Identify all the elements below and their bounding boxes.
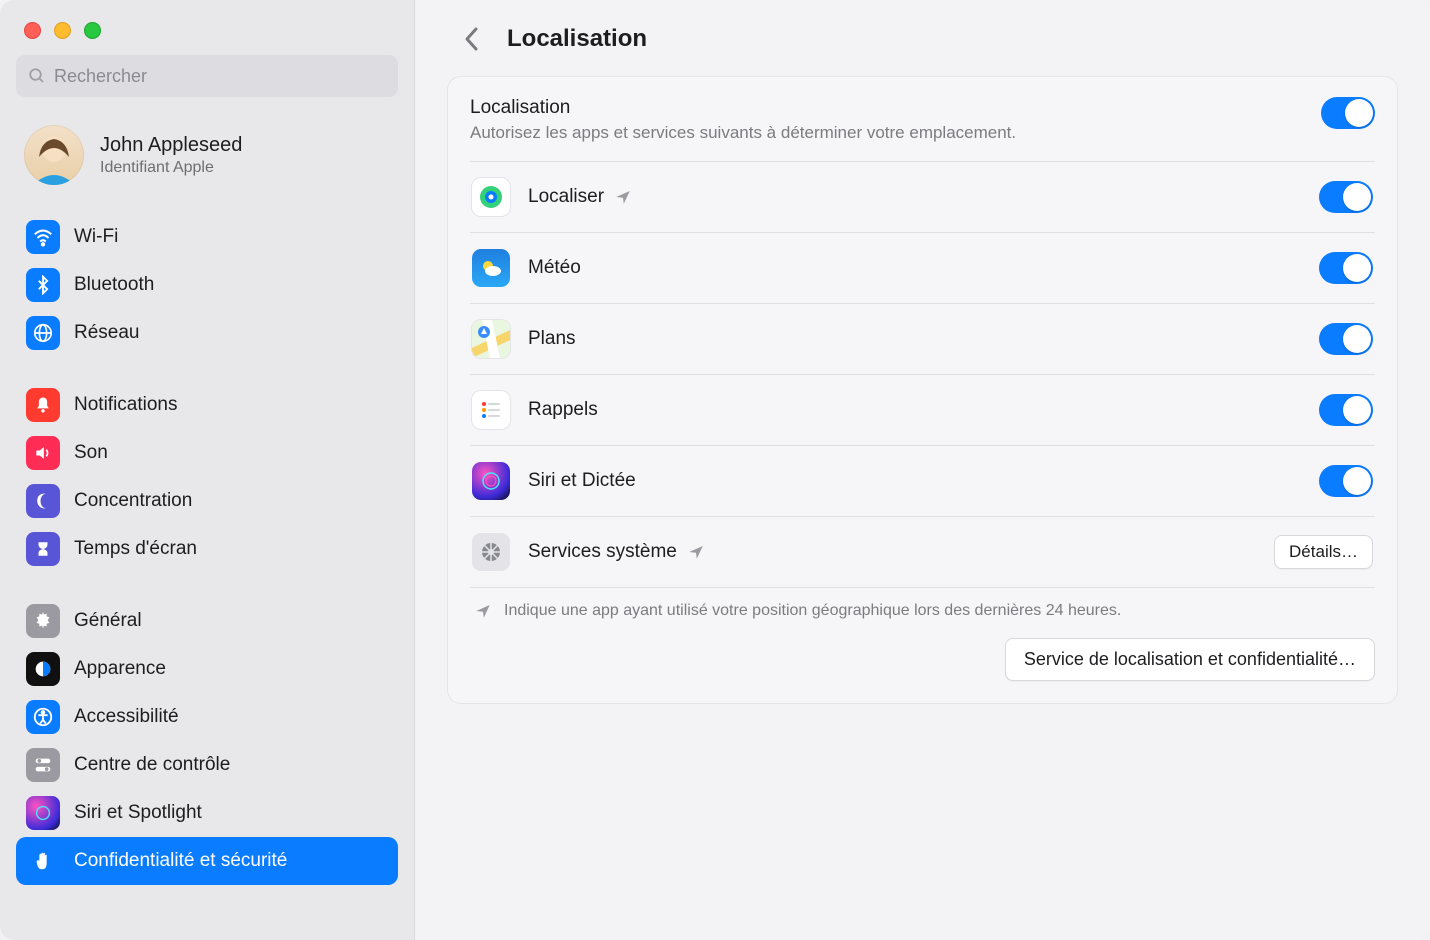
minimize-window-button[interactable]: [54, 22, 71, 39]
reminders-icon: [472, 391, 510, 429]
maps-icon: [472, 320, 510, 358]
app-label: Localiser: [528, 186, 604, 208]
sidebar-item-controlcenter[interactable]: Centre de contrôle: [16, 741, 398, 789]
sidebar-item-network[interactable]: Réseau: [16, 309, 398, 357]
sidebar-item-label: Confidentialité et sécurité: [74, 850, 287, 872]
sidebar-item-label: Réseau: [74, 322, 140, 344]
panel-title: Localisation: [470, 97, 1016, 119]
search-field[interactable]: [16, 55, 398, 97]
location-master-toggle[interactable]: [1321, 97, 1375, 129]
zoom-window-button[interactable]: [84, 22, 101, 39]
app-toggle-reminders[interactable]: [1319, 394, 1373, 426]
sidebar-item-label: Concentration: [74, 490, 192, 512]
sidebar-item-label: Siri et Spotlight: [74, 802, 202, 824]
hand-icon: [26, 844, 60, 878]
app-label: Siri et Dictée: [528, 470, 636, 492]
sidebar-item-label: Temps d'écran: [74, 538, 197, 560]
legend-text: Indique une app ayant utilisé votre posi…: [504, 602, 1121, 620]
sidebar-item-label: Apparence: [74, 658, 166, 680]
app-row-reminders: Rappels: [470, 375, 1375, 446]
sidebar-group: Wi-Fi Bluetooth Réseau: [16, 213, 398, 357]
siri-app-icon: [472, 462, 510, 500]
sidebar-item-bluetooth[interactable]: Bluetooth: [16, 261, 398, 309]
accessibility-icon: [26, 700, 60, 734]
appearance-icon: [26, 652, 60, 686]
app-row-siri: Siri et Dictée: [470, 446, 1375, 517]
bluetooth-icon: [26, 268, 60, 302]
sidebar-item-wifi[interactable]: Wi-Fi: [16, 213, 398, 261]
apple-id-profile[interactable]: John Appleseed Identifiant Apple: [16, 119, 398, 205]
gear-icon: [26, 604, 60, 638]
app-row-weather: Météo: [470, 233, 1375, 304]
wifi-icon: [26, 220, 60, 254]
app-toggle-maps[interactable]: [1319, 323, 1373, 355]
profile-subtitle: Identifiant Apple: [100, 159, 242, 177]
avatar: [24, 125, 84, 185]
sidebar-item-label: Son: [74, 442, 108, 464]
privacy-info-button[interactable]: Service de localisation et confidentiali…: [1005, 638, 1375, 681]
panel-footer: Service de localisation et confidentiali…: [470, 638, 1375, 681]
chevron-left-icon: [463, 26, 481, 52]
content-header: Localisation: [447, 22, 1398, 56]
sidebar-item-label: Notifications: [74, 394, 178, 416]
speaker-icon: [26, 436, 60, 470]
sidebar-item-general[interactable]: Général: [16, 597, 398, 645]
back-button[interactable]: [455, 22, 489, 56]
profile-name: John Appleseed: [100, 134, 242, 157]
moon-icon: [26, 484, 60, 518]
sidebar-item-label: Bluetooth: [74, 274, 154, 296]
app-row-system-services: Services système Détails…: [470, 517, 1375, 588]
close-window-button[interactable]: [24, 22, 41, 39]
sidebar: John Appleseed Identifiant Apple Wi-Fi B…: [0, 0, 415, 940]
page-title: Localisation: [507, 25, 647, 53]
sidebar-item-privacy[interactable]: Confidentialité et sécurité: [16, 837, 398, 885]
sidebar-item-sound[interactable]: Son: [16, 429, 398, 477]
legend-row: Indique une app ayant utilisé votre posi…: [470, 587, 1375, 638]
location-panel: Localisation Autorisez les apps et servi…: [447, 76, 1398, 704]
siri-icon: [26, 796, 60, 830]
sidebar-group: Notifications Son Concentration Temps d'…: [16, 381, 398, 573]
system-gear-icon: [472, 533, 510, 571]
app-row-maps: Plans: [470, 304, 1375, 375]
app-label: Plans: [528, 328, 576, 350]
sidebar-item-siri[interactable]: Siri et Spotlight: [16, 789, 398, 837]
sidebar-item-label: Accessibilité: [74, 706, 179, 728]
app-label: Rappels: [528, 399, 598, 421]
sidebar-item-focus[interactable]: Concentration: [16, 477, 398, 525]
window-controls: [16, 18, 398, 55]
app-row-findmy: Localiser: [470, 162, 1375, 233]
sidebar-item-notifications[interactable]: Notifications: [16, 381, 398, 429]
main-content: Localisation Localisation Autorisez les …: [415, 0, 1430, 940]
location-arrow-icon: [474, 602, 492, 620]
sidebar-item-label: Général: [74, 610, 142, 632]
network-icon: [26, 316, 60, 350]
sidebar-item-appearance[interactable]: Apparence: [16, 645, 398, 693]
sidebar-item-accessibility[interactable]: Accessibilité: [16, 693, 398, 741]
bell-icon: [26, 388, 60, 422]
panel-description: Autorisez les apps et services suivants …: [470, 123, 1016, 143]
location-arrow-icon: [614, 188, 632, 206]
sidebar-item-label: Centre de contrôle: [74, 754, 230, 776]
sidebar-group: Général Apparence Accessibilité Centre d…: [16, 597, 398, 885]
location-arrow-icon: [687, 543, 705, 561]
app-label: Services système: [528, 541, 677, 563]
app-label: Météo: [528, 257, 581, 279]
app-toggle-weather[interactable]: [1319, 252, 1373, 284]
search-icon: [28, 67, 46, 85]
control-center-icon: [26, 748, 60, 782]
findmy-icon: [472, 178, 510, 216]
sidebar-item-label: Wi-Fi: [74, 226, 118, 248]
settings-window: John Appleseed Identifiant Apple Wi-Fi B…: [0, 0, 1430, 940]
hourglass-icon: [26, 532, 60, 566]
sidebar-item-screentime[interactable]: Temps d'écran: [16, 525, 398, 573]
app-toggle-findmy[interactable]: [1319, 181, 1373, 213]
app-toggle-siri[interactable]: [1319, 465, 1373, 497]
panel-header: Localisation Autorisez les apps et servi…: [470, 97, 1375, 162]
system-services-details-button[interactable]: Détails…: [1274, 535, 1373, 569]
search-input[interactable]: [54, 66, 386, 87]
weather-icon: [472, 249, 510, 287]
